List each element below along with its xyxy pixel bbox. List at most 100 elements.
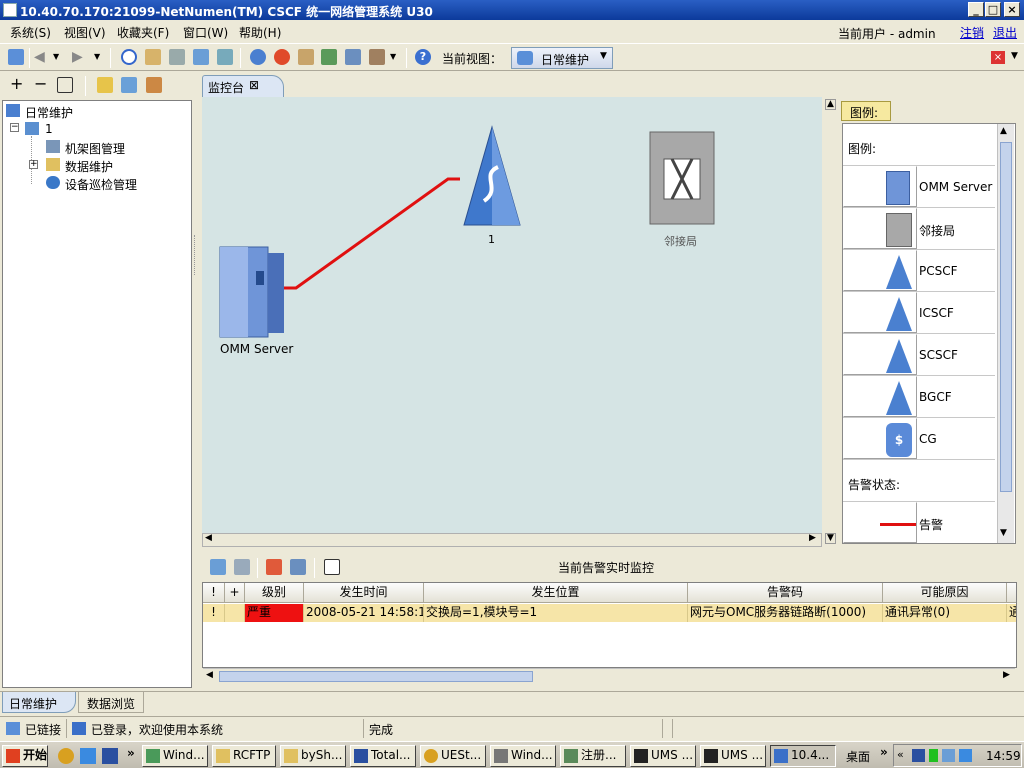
scroll-down-icon[interactable]: ▼: [825, 533, 836, 544]
menu-view[interactable]: 视图(V): [64, 24, 106, 41]
help-icon[interactable]: ?: [415, 49, 431, 65]
cell-cause[interactable]: 通讯异常(0): [883, 604, 1007, 622]
scroll-left-icon[interactable]: ◀: [206, 670, 213, 680]
tree-node-1[interactable]: 1: [45, 122, 53, 136]
cell-level[interactable]: 严重: [245, 604, 304, 622]
canvas-vertical-scrollbar[interactable]: ▲ ▼: [822, 97, 838, 547]
cell-code[interactable]: 网元与OMC服务器链路断(1000): [688, 604, 883, 622]
quicklaunch-more-icon[interactable]: »: [127, 746, 135, 760]
taskbar-item[interactable]: 注册...: [560, 745, 626, 767]
menu-system[interactable]: 系统(S): [10, 24, 51, 41]
splitter-handle[interactable]: [194, 235, 196, 275]
network-icon[interactable]: [250, 49, 266, 65]
forward-icon[interactable]: ▶: [72, 49, 88, 65]
grid-icon[interactable]: [57, 77, 73, 93]
cell-location[interactable]: 交换局=1,模块号=1: [424, 604, 688, 622]
column-header[interactable]: 发生位置: [424, 583, 688, 603]
tab-close-icon[interactable]: ⊠: [249, 78, 259, 92]
acknowledge-icon[interactable]: [290, 559, 306, 575]
start-button[interactable]: 开始: [2, 745, 48, 767]
column-header[interactable]: 发生时间: [304, 583, 424, 603]
taskbar-item-active[interactable]: 10.4...: [770, 745, 836, 767]
export-icon[interactable]: [217, 49, 233, 65]
cell-flag[interactable]: !: [203, 604, 225, 622]
home-icon[interactable]: [8, 49, 24, 65]
warning-icon[interactable]: [97, 77, 113, 93]
alarm-horizontal-scrollbar[interactable]: ◀ ▶: [203, 668, 1015, 684]
cell-extra[interactable]: 通: [1007, 604, 1016, 622]
cell-time[interactable]: 2008-05-21 14:58:11: [304, 604, 424, 622]
folder-edit-icon[interactable]: [145, 49, 161, 65]
desktop-toolbar[interactable]: 桌面: [846, 748, 870, 765]
scroll-up-icon[interactable]: ▲: [825, 99, 836, 110]
tray-monitor-icon[interactable]: [912, 749, 925, 762]
tools-icon[interactable]: [169, 49, 185, 65]
cell-plus[interactable]: [225, 604, 245, 622]
tree-expand-toggle[interactable]: +: [29, 160, 38, 169]
view-menu-dropdown-icon[interactable]: ▼: [1011, 51, 1018, 61]
minimize-button[interactable]: _: [968, 2, 984, 17]
close-view-icon[interactable]: ×: [991, 51, 1005, 64]
taskbar-item[interactable]: bySh...: [280, 745, 346, 767]
link-icon[interactable]: [146, 77, 162, 93]
column-header[interactable]: [1007, 583, 1016, 603]
taskbar-item[interactable]: Wind...: [490, 745, 556, 767]
tree-item-data[interactable]: 数据维护: [65, 158, 113, 175]
topology-icon[interactable]: [345, 49, 361, 65]
taskbar-item[interactable]: UMS ...: [700, 745, 766, 767]
tray-volume-icon[interactable]: [959, 749, 972, 762]
column-header[interactable]: 告警码: [688, 583, 883, 603]
quicklaunch-app-icon[interactable]: [58, 748, 74, 764]
canvas-horizontal-scrollbar[interactable]: ◀ ▶: [202, 533, 822, 547]
tree-collapse-toggle[interactable]: −: [10, 123, 19, 132]
maximize-button[interactable]: □: [985, 2, 1001, 17]
quicklaunch-save-icon[interactable]: [102, 748, 118, 764]
table-icon[interactable]: [298, 49, 314, 65]
diamond-icon[interactable]: [321, 49, 337, 65]
column-header[interactable]: 级别: [245, 583, 304, 603]
tray-network-icon[interactable]: [942, 749, 955, 762]
tab-daily-maintenance[interactable]: 日常维护: [2, 692, 76, 713]
tree-item-rack[interactable]: 机架图管理: [65, 140, 125, 157]
scroll-down-icon[interactable]: ▼: [1000, 528, 1007, 538]
taskbar-item[interactable]: RCFTP: [212, 745, 276, 767]
tree-item-inspection[interactable]: 设备巡检管理: [65, 176, 137, 193]
expand-icon[interactable]: +: [10, 76, 26, 93]
topology-canvas[interactable]: OMM Server 1 邻接局: [202, 97, 822, 533]
scroll-right-icon[interactable]: ▶: [809, 533, 816, 543]
tray-collapse-icon[interactable]: «: [897, 748, 904, 761]
forward-dropdown-icon[interactable]: ▼: [94, 49, 104, 65]
print-icon[interactable]: [234, 559, 250, 575]
collapse-icon[interactable]: −: [34, 76, 50, 93]
legend-tab[interactable]: 图例:: [841, 101, 891, 121]
back-dropdown-icon[interactable]: ▼: [53, 49, 63, 65]
alarm-bell-icon[interactable]: [274, 49, 290, 65]
alarm-view-icon[interactable]: [210, 559, 226, 575]
scroll-thumb[interactable]: [1000, 142, 1012, 492]
tools-dropdown-icon[interactable]: ▼: [390, 49, 400, 65]
tray-status-icon[interactable]: [929, 749, 938, 762]
desktop-more-icon[interactable]: »: [880, 745, 888, 759]
menu-window[interactable]: 窗口(W): [183, 24, 228, 41]
exit-link[interactable]: 退出: [993, 24, 1017, 41]
tab-data-browse[interactable]: 数据浏览: [78, 692, 144, 713]
filter-icon[interactable]: [121, 77, 137, 93]
wrench-icon[interactable]: [369, 49, 385, 65]
columns-icon[interactable]: [324, 559, 340, 575]
clock-icon[interactable]: [121, 49, 137, 65]
close-button[interactable]: ×: [1004, 2, 1020, 17]
tree-root[interactable]: 日常维护: [25, 104, 73, 121]
tab-monitor[interactable]: 监控台 ⊠: [202, 75, 284, 97]
scroll-right-icon[interactable]: ▶: [1003, 670, 1010, 680]
mute-icon[interactable]: [266, 559, 282, 575]
column-header[interactable]: 可能原因: [883, 583, 1007, 603]
report-icon[interactable]: [193, 49, 209, 65]
column-header[interactable]: !: [203, 583, 225, 603]
current-view-select[interactable]: 日常维护 ▼: [511, 47, 613, 69]
taskbar-item[interactable]: Wind...: [142, 745, 208, 767]
taskbar-item[interactable]: Total...: [350, 745, 416, 767]
scroll-left-icon[interactable]: ◀: [205, 533, 212, 543]
legend-scrollbar[interactable]: ▲ ▼: [997, 124, 1014, 543]
menu-help[interactable]: 帮助(H): [239, 24, 281, 41]
logout-link[interactable]: 注销: [960, 24, 984, 41]
